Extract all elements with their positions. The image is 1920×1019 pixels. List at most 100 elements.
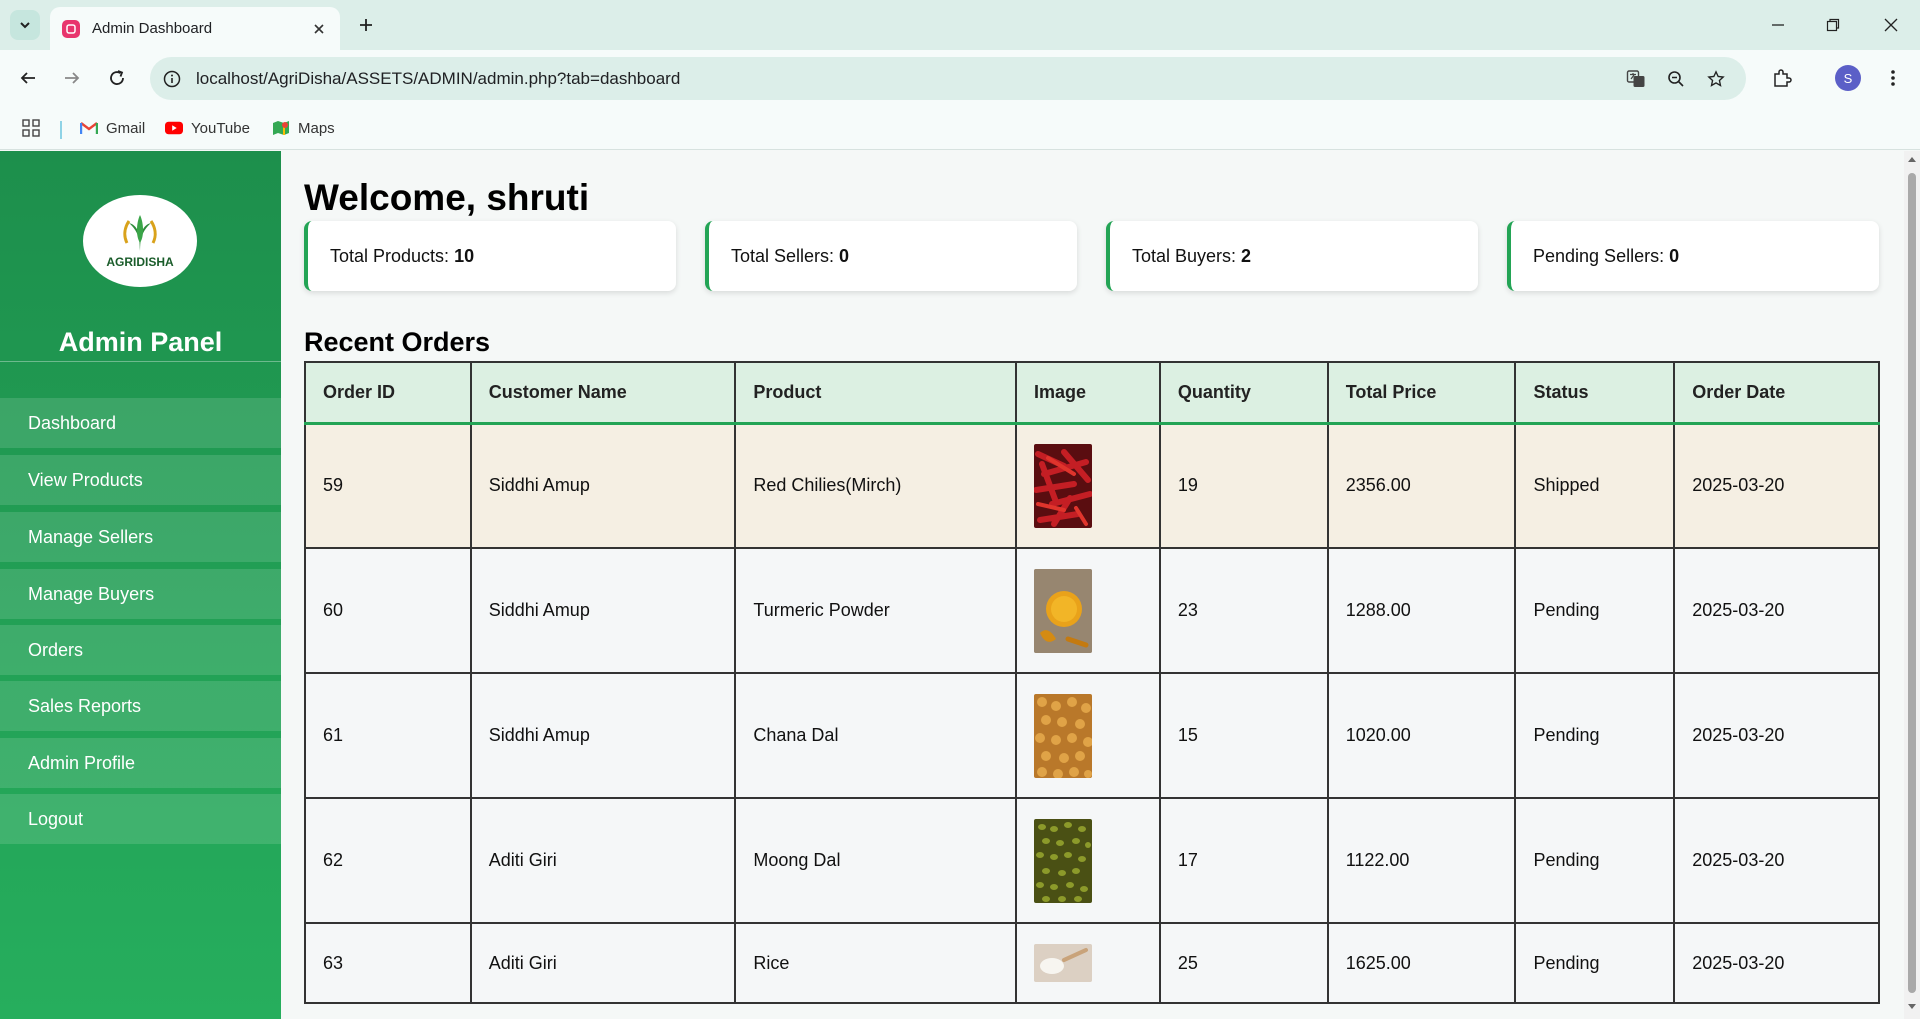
table-row[interactable]: 62 Aditi Giri Moong Dal 17 1122.00 Pendi… — [304, 797, 1880, 924]
chevron-down-icon — [20, 22, 30, 29]
cell-image — [1015, 547, 1161, 674]
column-header[interactable]: Order Date — [1673, 361, 1880, 425]
tab-search-button[interactable] — [10, 10, 40, 40]
cell-status: Shipped — [1514, 422, 1676, 549]
sidebar-item-manage-buyers[interactable]: Manage Buyers — [0, 569, 281, 619]
cell-order-id: 60 — [304, 547, 472, 674]
cell-quantity: 25 — [1158, 922, 1329, 1004]
cell-product: Moong Dal — [734, 797, 1018, 924]
scroll-up-arrow-icon[interactable] — [1907, 155, 1917, 163]
bookmark-youtube[interactable]: YouTube — [165, 115, 250, 141]
sidebar-item-admin-profile[interactable]: Admin Profile — [0, 738, 281, 788]
column-header[interactable]: Status — [1514, 361, 1676, 425]
column-header[interactable]: Order ID — [304, 361, 472, 425]
sidebar-divider — [0, 361, 281, 362]
new-tab-button[interactable] — [353, 12, 379, 38]
table-row[interactable]: 61 Siddhi Amup Chana Dal 15 1020.00 Pend… — [304, 672, 1880, 799]
forward-button[interactable] — [56, 62, 88, 94]
cell-total-price: 1625.00 — [1326, 922, 1517, 1004]
column-header[interactable]: Total Price — [1326, 361, 1517, 425]
tab-admin-dashboard[interactable]: Admin Dashboard — [50, 7, 340, 50]
cell-order-date: 2025-03-20 — [1673, 547, 1880, 674]
restore-button[interactable] — [1818, 10, 1848, 40]
page-scrollbar[interactable] — [1904, 151, 1920, 1019]
cell-order-date: 2025-03-20 — [1673, 422, 1880, 549]
sidebar-item-view-products[interactable]: View Products — [0, 455, 281, 505]
bookmark-label: YouTube — [191, 119, 250, 137]
bookmark-label: Gmail — [106, 119, 146, 137]
stat-card-total-buyers: Total Buyers: 2 — [1106, 221, 1478, 291]
cell-quantity: 23 — [1158, 547, 1329, 674]
column-header[interactable]: Quantity — [1158, 361, 1329, 425]
panel-title: Admin Panel — [58, 327, 223, 357]
translate-icon[interactable] — [1624, 67, 1648, 91]
zoom-icon[interactable] — [1664, 67, 1688, 91]
browser-menu-button[interactable] — [1878, 63, 1908, 93]
cell-order-id: 62 — [304, 797, 472, 924]
youtube-icon — [165, 119, 183, 137]
sidebar-item-dashboard[interactable]: Dashboard — [0, 398, 281, 448]
apps-button[interactable] — [22, 115, 40, 141]
cell-customer: Siddhi Amup — [469, 672, 737, 799]
reload-icon — [110, 70, 124, 85]
column-header[interactable]: Product — [734, 361, 1018, 425]
sidebar-item-sales-reports[interactable]: Sales Reports — [0, 681, 281, 731]
stat-value: 2 — [1241, 245, 1252, 266]
cell-customer: Siddhi Amup — [469, 547, 737, 674]
close-icon[interactable] — [310, 20, 328, 38]
rice-image — [1034, 944, 1093, 982]
cell-quantity: 17 — [1158, 797, 1329, 924]
stat-label: Pending Sellers: — [1533, 245, 1665, 266]
cell-order-id: 61 — [304, 672, 472, 799]
stat-value: 0 — [839, 245, 850, 266]
stat-value: 10 — [454, 245, 475, 266]
moong-dal-image — [1034, 818, 1093, 903]
close-icon — [1884, 18, 1898, 32]
column-header[interactable]: Customer Name — [469, 361, 737, 425]
stat-label: Total Products: — [330, 245, 450, 266]
table-row[interactable]: 59 Siddhi Amup Red Chilies(Mirch) 19 235… — [304, 422, 1880, 549]
section-title-recent-orders: Recent Orders — [304, 327, 491, 357]
bookmark-gmail[interactable]: Gmail — [80, 115, 145, 141]
extensions-button[interactable] — [1767, 63, 1797, 93]
table-header-row: Order ID Customer Name Product Image Qua… — [304, 361, 1880, 425]
column-header[interactable]: Image — [1015, 361, 1161, 425]
bookmarks-bar: Gmail YouTube Maps — [0, 107, 1920, 150]
scrollbar-thumb[interactable] — [1908, 173, 1916, 993]
sidebar-item-logout[interactable]: Logout — [0, 794, 281, 844]
chana-dal-image — [1034, 693, 1093, 778]
cell-product: Turmeric Powder — [734, 547, 1018, 674]
browser-tab-bar: Admin Dashboard — [0, 0, 1920, 50]
scroll-down-arrow-icon[interactable] — [1907, 1003, 1917, 1011]
sidebar-item-manage-sellers[interactable]: Manage Sellers — [0, 512, 281, 562]
bookmark-maps[interactable]: Maps — [272, 115, 335, 141]
address-bar[interactable]: localhost/AgriDisha/ASSETS/ADMIN/admin.p… — [150, 57, 1746, 100]
sidebar-item-orders[interactable]: Orders — [0, 625, 281, 675]
close-window-button[interactable] — [1876, 10, 1906, 40]
plus-icon — [360, 19, 372, 31]
cell-product: Chana Dal — [734, 672, 1018, 799]
wheat-leaf-icon — [123, 215, 157, 251]
cell-image — [1015, 797, 1161, 924]
table-row[interactable]: 63 Aditi Giri Rice 25 1625.00 Pending 20… — [304, 922, 1880, 1004]
more-vertical-icon — [1891, 70, 1895, 86]
stat-value: 0 — [1669, 245, 1680, 266]
cell-image — [1015, 422, 1161, 549]
url-text[interactable]: localhost/AgriDisha/ASSETS/ADMIN/admin.p… — [196, 69, 680, 89]
red-chilies-image — [1034, 443, 1093, 528]
cell-customer: Aditi Giri — [469, 922, 737, 1004]
back-button[interactable] — [12, 62, 44, 94]
reload-button[interactable] — [101, 62, 133, 94]
profile-avatar[interactable]: S — [1835, 65, 1861, 91]
cell-quantity: 15 — [1158, 672, 1329, 799]
table-row[interactable]: 60 Siddhi Amup Turmeric Powder 23 1288.0… — [304, 547, 1880, 674]
cell-order-id: 59 — [304, 422, 472, 549]
cell-order-id: 63 — [304, 922, 472, 1004]
cell-total-price: 1020.00 — [1326, 672, 1517, 799]
minimize-button[interactable] — [1763, 10, 1793, 40]
cell-quantity: 19 — [1158, 422, 1329, 549]
bookmark-star-icon[interactable] — [1704, 67, 1728, 91]
info-icon[interactable] — [160, 67, 184, 91]
cell-order-date: 2025-03-20 — [1673, 797, 1880, 924]
minimize-icon — [1772, 24, 1784, 26]
